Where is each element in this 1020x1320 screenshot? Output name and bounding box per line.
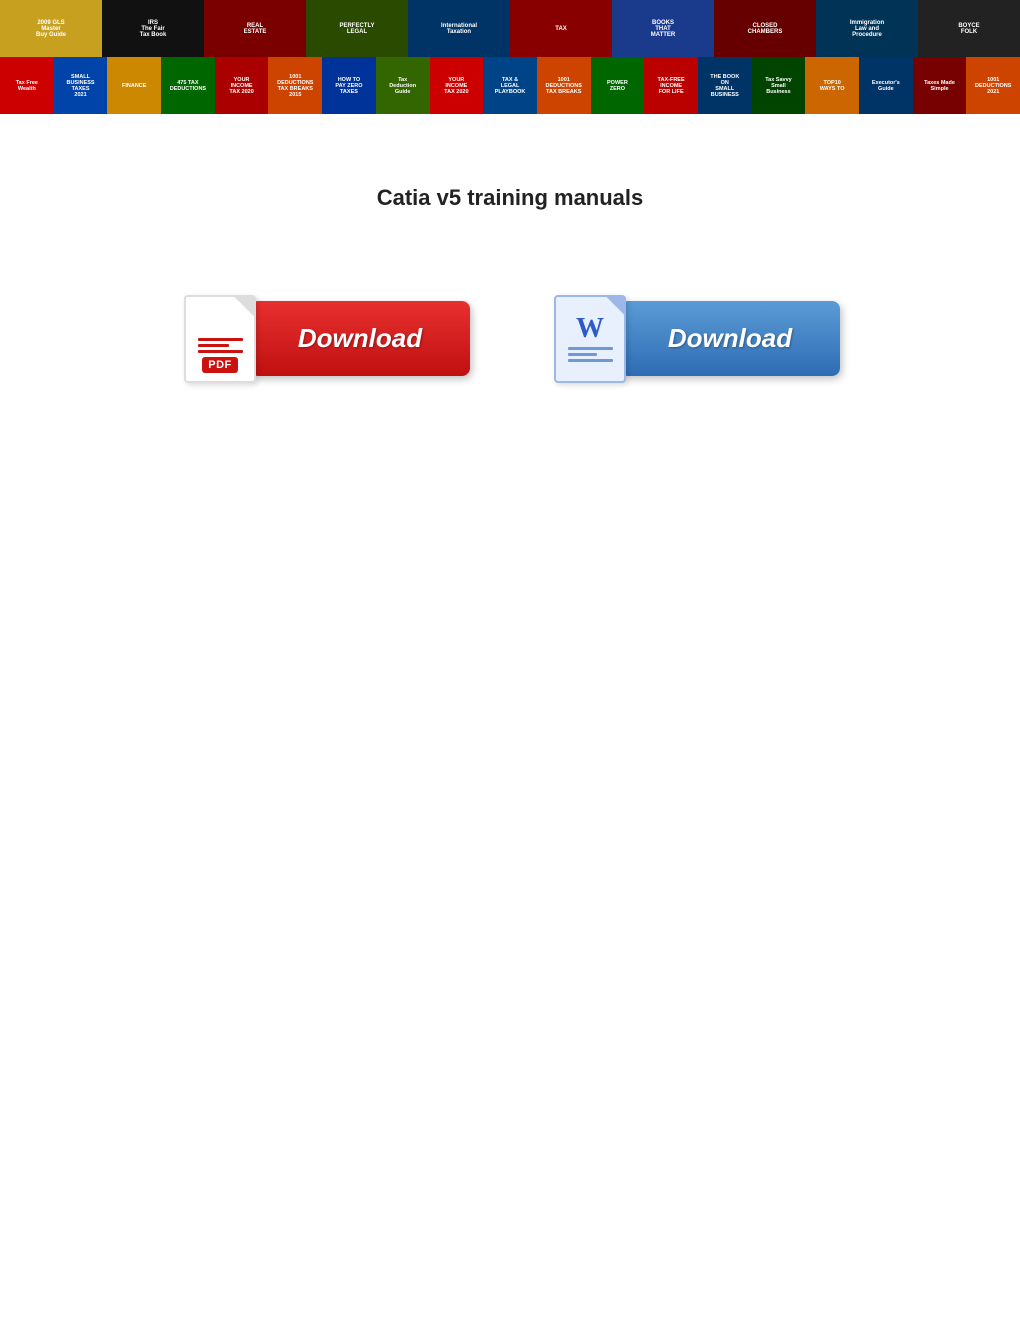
banner-book: Taxes MadeSimple xyxy=(913,57,967,114)
banner-book: Tax FreeWealth xyxy=(0,57,54,114)
banner-book: ImmigrationLaw andProcedure xyxy=(816,0,918,57)
banner-book: THE BOOKONSMALLBUSINESS xyxy=(698,57,752,114)
word-line-3 xyxy=(568,359,613,362)
banner-book: TAX &LEGALPLAYBOOK xyxy=(483,57,537,114)
banner-book: IRSThe FairTax Book xyxy=(102,0,204,57)
banner-book: POWERZERO xyxy=(591,57,645,114)
banner-book: 1001DEDUCTIONSTAX BREAKS xyxy=(537,57,591,114)
pdf-badge: PDF xyxy=(202,357,238,373)
banner-book: Tax SavvySmallBusiness xyxy=(752,57,806,114)
pdf-download-group: PDF Download xyxy=(180,291,470,386)
pdf-icon: PDF xyxy=(184,295,256,383)
word-download-group: W Download xyxy=(550,291,840,386)
word-icon-letter: W xyxy=(576,315,604,343)
pdf-line-2 xyxy=(198,344,230,347)
word-icon: W xyxy=(554,295,626,383)
pdf-download-button[interactable]: Download xyxy=(250,301,470,376)
banner-book: REALESTATE xyxy=(204,0,306,57)
pdf-icon-lines xyxy=(198,338,243,353)
banner-book: YOURINCOMETAX 2020 xyxy=(215,57,269,114)
download-row: PDF Download W Download xyxy=(20,291,1000,386)
pdf-line-1 xyxy=(198,338,243,341)
banner-book: SMALLBUSINESSTAXES2021 xyxy=(54,57,108,114)
banner-book: TAX xyxy=(510,0,612,57)
banner-strip: 2009 GLSMasterBuy Guide IRSThe FairTax B… xyxy=(0,0,1020,115)
pdf-line-3 xyxy=(198,350,243,353)
banner-book: TaxDeductionGuide xyxy=(376,57,430,114)
banner-book: 475 TAXDEDUCTIONS xyxy=(161,57,215,114)
word-icon-lines xyxy=(568,347,613,362)
banner-book: YOURINCOMETAX 2020 xyxy=(430,57,484,114)
banner-book: TOP10WAYS TO xyxy=(805,57,859,114)
banner-row-1: 2009 GLSMasterBuy Guide IRSThe FairTax B… xyxy=(0,0,1020,57)
page-title: Catia v5 training manuals xyxy=(377,185,644,211)
banner-book: BOOKSTHATMATTER xyxy=(612,0,714,57)
banner-book: InternationalTaxation xyxy=(408,0,510,57)
banner-book: 2009 GLSMasterBuy Guide xyxy=(0,0,102,57)
banner-row-2: Tax FreeWealth SMALLBUSINESSTAXES2021 FI… xyxy=(0,57,1020,114)
banner-book: TAX-FREEINCOMEFOR LIFE xyxy=(644,57,698,114)
pdf-icon-wrap: PDF xyxy=(180,291,260,386)
word-icon-wrap: W xyxy=(550,291,630,386)
word-line-2 xyxy=(568,353,597,356)
page-content: Catia v5 training manuals PDF Download xyxy=(0,115,1020,426)
banner-book: FINANCE xyxy=(107,57,161,114)
banner-book: 1001DEDUCTIONS2021 xyxy=(966,57,1020,114)
banner-book: HOW TOPAY ZEROTAXES xyxy=(322,57,376,114)
banner-book: BOYCEFOLK xyxy=(918,0,1020,57)
banner-book: CLOSEDCHAMBERS xyxy=(714,0,816,57)
word-download-button[interactable]: Download xyxy=(620,301,840,376)
banner-book: Executor'sGuide xyxy=(859,57,913,114)
banner-book: PERFECTLYLEGAL xyxy=(306,0,408,57)
banner-book: 1001DEDUCTIONSTAX BREAKS2015 xyxy=(268,57,322,114)
word-line-1 xyxy=(568,347,613,350)
